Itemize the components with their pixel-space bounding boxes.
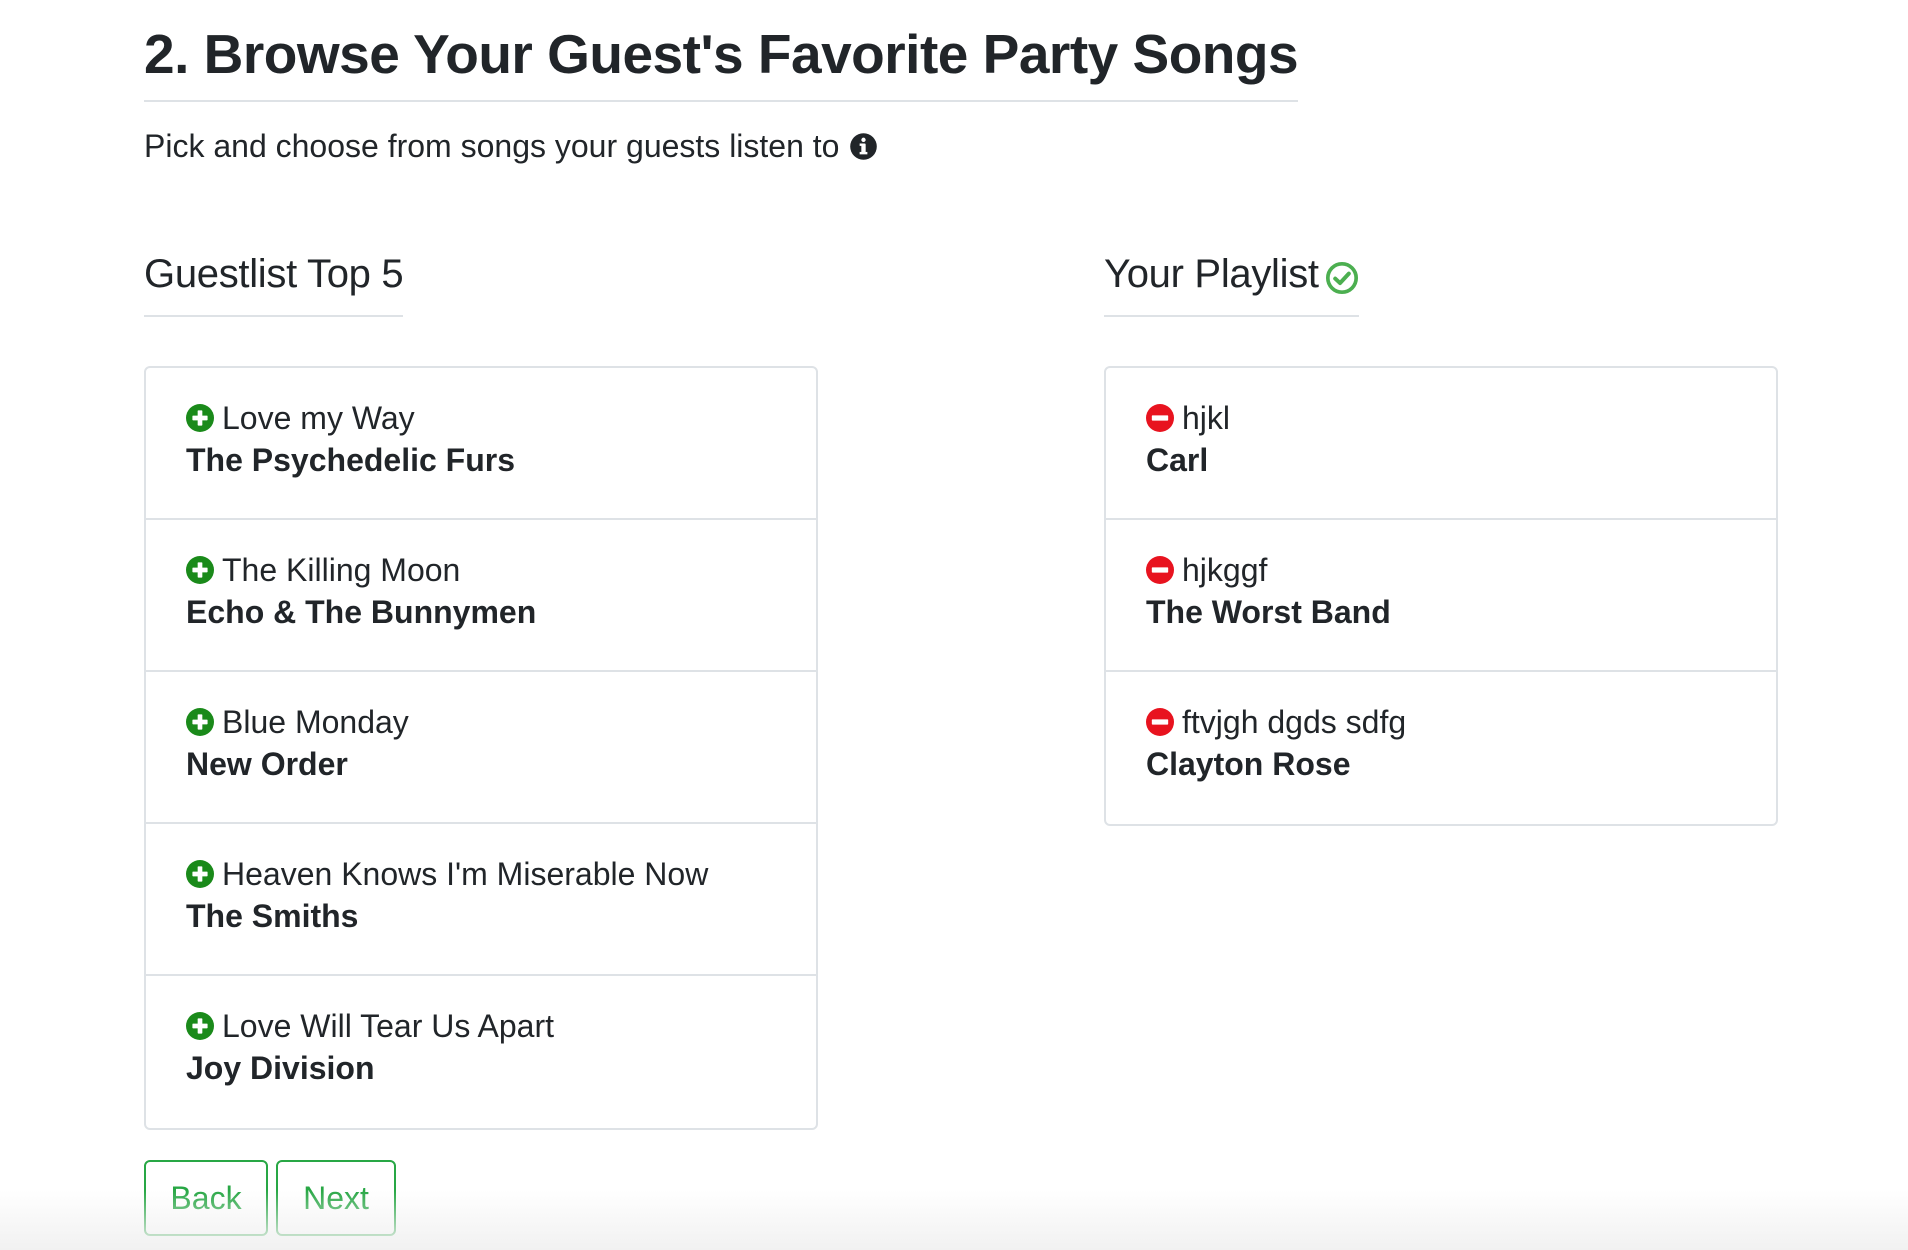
back-button[interactable]: Back (144, 1160, 268, 1236)
guestlist-heading: Guestlist Top 5 (144, 252, 404, 317)
page: 2. Browse Your Guest's Favorite Party So… (0, 0, 1908, 1250)
guestlist-list: Love my Way The Psychedelic Furs The Kil… (144, 366, 818, 1130)
song-line: Love Will Tear Us Apart (186, 1006, 816, 1046)
song-artist: The Smiths (186, 898, 359, 934)
song-title: hjkl (1182, 400, 1231, 436)
song-title: Love my Way (222, 400, 415, 436)
plus-circle-icon[interactable] (186, 1012, 214, 1040)
song-artist: The Worst Band (1146, 594, 1391, 630)
song-artist: Carl (1146, 442, 1209, 478)
guestlist-item: Heaven Knows I'm Miserable Now The Smith… (146, 824, 816, 976)
song-line: Heaven Knows I'm Miserable Now (186, 854, 816, 894)
song-line: Love my Way (186, 398, 816, 438)
song-title: hjkggf (1182, 552, 1268, 588)
minus-circle-icon[interactable] (1146, 556, 1174, 584)
subtitle-text: Pick and choose from songs your guests l… (144, 128, 840, 164)
song-title: Heaven Knows I'm Miserable Now (222, 856, 709, 892)
plus-circle-icon[interactable] (186, 556, 214, 584)
guestlist-item: Love Will Tear Us Apart Joy Division (146, 976, 816, 1128)
playlist-list: hjkl Carl hjkggf The Worst Band ftvjgh d… (1104, 366, 1778, 826)
song-line: hjkl (1146, 398, 1776, 438)
playlist-heading-text: Your Playlist (1104, 252, 1319, 296)
page-subtitle: Pick and choose from songs your guests l… (144, 128, 878, 165)
minus-circle-icon[interactable] (1146, 708, 1174, 736)
song-title: ftvjgh dgds sdfg (1182, 704, 1407, 740)
page-title: 2. Browse Your Guest's Favorite Party So… (144, 22, 1299, 102)
info-circle-icon[interactable] (849, 132, 878, 161)
song-artist: The Psychedelic Furs (186, 442, 516, 478)
song-title: Love Will Tear Us Apart (222, 1008, 554, 1044)
check-circle-icon (1325, 261, 1358, 294)
guestlist-item: The Killing Moon Echo & The Bunnymen (146, 520, 816, 672)
song-artist: Echo & The Bunnymen (186, 594, 537, 630)
guestlist-item: Love my Way The Psychedelic Furs (146, 368, 816, 520)
song-title: The Killing Moon (222, 552, 461, 588)
song-artist: Clayton Rose (1146, 746, 1351, 782)
playlist-item: hjkggf The Worst Band (1106, 520, 1776, 672)
playlist-item: ftvjgh dgds sdfg Clayton Rose (1106, 672, 1776, 824)
song-line: hjkggf (1146, 550, 1776, 590)
guestlist-heading-text: Guestlist Top 5 (144, 252, 404, 296)
plus-circle-icon[interactable] (186, 404, 214, 432)
song-artist: Joy Division (186, 1050, 375, 1086)
song-title: Blue Monday (222, 704, 409, 740)
plus-circle-icon[interactable] (186, 860, 214, 888)
next-button[interactable]: Next (276, 1160, 396, 1236)
plus-circle-icon[interactable] (186, 708, 214, 736)
playlist-heading: Your Playlist (1104, 252, 1359, 317)
song-line: The Killing Moon (186, 550, 816, 590)
guestlist-item: Blue Monday New Order (146, 672, 816, 824)
song-artist: New Order (186, 746, 348, 782)
song-line: Blue Monday (186, 702, 816, 742)
minus-circle-icon[interactable] (1146, 404, 1174, 432)
playlist-item: hjkl Carl (1106, 368, 1776, 520)
song-line: ftvjgh dgds sdfg (1146, 702, 1776, 742)
